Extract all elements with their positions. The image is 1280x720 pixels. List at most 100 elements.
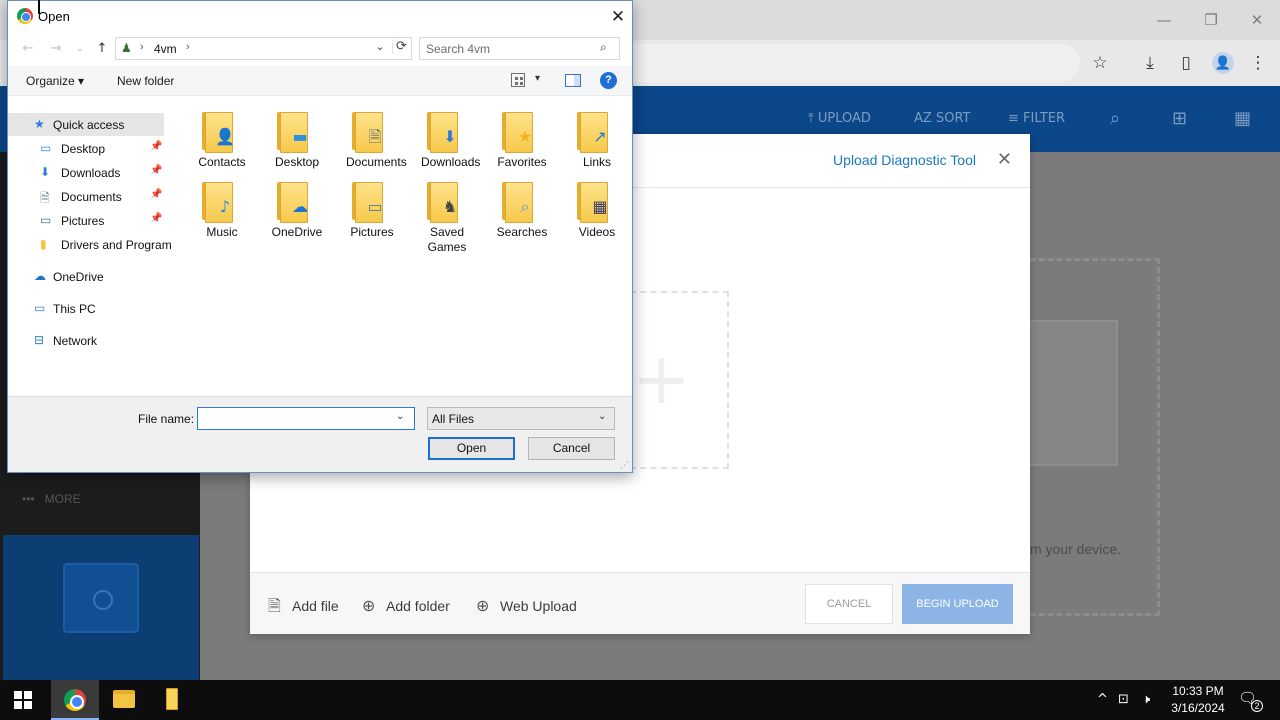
new-folder-app-icon[interactable]: ⊞: [1172, 108, 1187, 130]
breadcrumb-separator[interactable]: ›: [186, 41, 190, 53]
volume-icon[interactable]: 🕨: [1142, 690, 1150, 710]
nav-item-downloads[interactable]: ⬇ Downloads 📌: [8, 161, 164, 184]
maximize-button[interactable]: ❐: [1197, 8, 1225, 32]
folder-downloads[interactable]: ⬇ Downloads: [411, 105, 483, 175]
back-button[interactable]: ←: [18, 39, 38, 59]
modal-close-icon[interactable]: ✕: [997, 149, 1012, 170]
breadcrumb-folder[interactable]: 4vm: [154, 42, 177, 56]
folder-icon: ↗: [573, 109, 613, 153]
add-file-button[interactable]: 🗎 Add file: [268, 595, 339, 617]
chevron-down-icon[interactable]: ⌄: [372, 40, 388, 53]
preview-pane-icon[interactable]: [565, 74, 581, 87]
folder-icon: ☁: [273, 179, 313, 223]
web-upload-label: Web Upload: [500, 598, 577, 614]
file-type-value: All Files: [432, 412, 475, 426]
show-hidden-icons-button[interactable]: ^: [1097, 690, 1108, 710]
pin-icon: 📌: [150, 213, 163, 224]
new-folder-button[interactable]: New folder: [117, 74, 174, 88]
nav-item-network[interactable]: ⊟ Network: [8, 329, 164, 352]
desktop-badge-icon: ▬: [292, 127, 308, 146]
chevron-down-icon[interactable]: ⌄: [396, 411, 404, 422]
download-icon[interactable]: ⤓: [1139, 52, 1161, 74]
clock[interactable]: 10:33 PM 3/16/2024: [1160, 683, 1236, 717]
breadcrumb[interactable]: ♟ › 4vm › ⌄ ⟳: [115, 37, 412, 60]
menu-icon[interactable]: ⋮: [1247, 52, 1269, 74]
folder-saved-games[interactable]: ♞ Saved Games: [411, 175, 483, 254]
folder-documents[interactable]: 🗎 Documents: [336, 105, 408, 175]
search-box[interactable]: ⌕: [419, 37, 620, 60]
search-app-icon[interactable]: ⌕: [1110, 108, 1120, 130]
network-icon[interactable]: ⊡: [1118, 690, 1129, 710]
profile-icon[interactable]: 👤: [1212, 52, 1234, 74]
pin-icon: 📌: [150, 189, 163, 200]
begin-upload-button[interactable]: BEGIN UPLOAD: [902, 584, 1013, 624]
nav-item-desktop[interactable]: ▭ Desktop 📌: [8, 137, 164, 160]
dialog-close-button[interactable]: ✕: [606, 5, 630, 29]
file-name-input[interactable]: [201, 411, 389, 426]
star-icon[interactable]: ☆: [1089, 52, 1111, 74]
taskbar-file-explorer[interactable]: [100, 680, 148, 720]
folder-links[interactable]: ↗ Links: [561, 105, 633, 175]
onedrive-icon: ☁: [34, 269, 46, 283]
help-icon[interactable]: ?: [600, 72, 617, 89]
chrome-icon: [17, 8, 33, 24]
forward-button[interactable]: →: [46, 39, 66, 59]
windows-start-icon[interactable]: [14, 691, 32, 709]
folder-desktop[interactable]: ▬ Desktop: [261, 105, 333, 175]
nav-item-pictures[interactable]: ▭ Pictures 📌: [8, 209, 164, 232]
recent-locations-button[interactable]: ⌄: [70, 39, 90, 59]
search-input[interactable]: [426, 41, 596, 56]
close-window-button[interactable]: ✕: [1243, 8, 1271, 32]
folder-pictures[interactable]: ▭ Pictures: [336, 175, 408, 245]
dialog-title: Open: [38, 9, 70, 24]
nav-item-this-pc[interactable]: ▭ This PC: [8, 297, 164, 320]
folder-music[interactable]: ♪ Music: [186, 175, 258, 245]
search-icon[interactable]: ⌕: [600, 40, 616, 55]
taskbar-file[interactable]: [148, 680, 196, 720]
filter-icon: ≡: [1008, 111, 1019, 126]
address-bar[interactable]: [620, 44, 1080, 82]
nav-item-onedrive[interactable]: ☁ OneDrive: [8, 265, 164, 288]
open-button[interactable]: Open: [428, 437, 515, 460]
organize-button[interactable]: Organize ▾: [26, 74, 84, 88]
folder-name: Music: [206, 225, 238, 239]
cancel-button[interactable]: Cancel: [528, 437, 615, 460]
folder-name: OneDrive: [271, 225, 323, 239]
add-folder-icon: ⊕: [362, 596, 376, 615]
folder-icon: 👤: [198, 109, 238, 153]
file-type-select[interactable]: All Files ⌄: [427, 407, 615, 430]
folder-favorites[interactable]: ★ Favorites: [486, 105, 558, 175]
refresh-icon[interactable]: ⟳: [392, 39, 410, 54]
sidebar-item-more[interactable]: ••• MORE: [22, 492, 81, 506]
nav-item-quick-access[interactable]: ★ Quick access: [8, 113, 164, 136]
folder-onedrive[interactable]: ☁ OneDrive: [261, 175, 333, 245]
folder-name: Saved Games: [427, 225, 467, 254]
minimize-button[interactable]: —: [1150, 8, 1178, 32]
up-button[interactable]: ↑: [92, 39, 112, 59]
filter-action[interactable]: ≡ FILTER: [1008, 108, 1065, 130]
background-illustration: [1030, 320, 1118, 466]
view-dropdown-icon[interactable]: ▾: [535, 73, 540, 84]
upload-action[interactable]: ⤒ UPLOAD: [808, 108, 871, 130]
folder-searches[interactable]: ⌕ Searches: [486, 175, 558, 245]
cancel-upload-button[interactable]: CANCEL: [805, 584, 893, 624]
folder-icon: ▭: [348, 179, 388, 223]
searches-badge-icon: ⌕: [520, 197, 530, 216]
add-folder-button[interactable]: ⊕ Add folder: [362, 595, 450, 617]
taskbar-chrome[interactable]: [51, 680, 99, 720]
sidebar-promo-card[interactable]: [3, 535, 199, 680]
folder-videos[interactable]: ▦ Videos: [561, 175, 633, 245]
nav-item-documents[interactable]: 🗎 Documents 📌: [8, 185, 164, 208]
sort-action[interactable]: AZ SORT: [914, 108, 970, 130]
navigation-pane: ★ Quick access ▭ Desktop 📌 ⬇ Downloads 📌 🗎 Docume…: [8, 105, 172, 395]
sidepanel-icon[interactable]: ▯: [1175, 52, 1197, 74]
folder-icon: ⬇: [423, 109, 463, 153]
nav-item-drivers-and-program[interactable]: ▮ Drivers and Program: [8, 233, 172, 256]
web-upload-button[interactable]: ⊕ Web Upload: [476, 595, 577, 617]
resize-grip-icon[interactable]: ⋰: [620, 461, 629, 471]
breadcrumb-separator[interactable]: ›: [140, 41, 144, 53]
view-options-icon[interactable]: [511, 73, 525, 87]
folder-contacts[interactable]: 👤 Contacts: [186, 105, 258, 175]
file-name-combobox[interactable]: ⌄: [197, 407, 415, 430]
grid-view-icon[interactable]: ▦: [1234, 108, 1251, 130]
